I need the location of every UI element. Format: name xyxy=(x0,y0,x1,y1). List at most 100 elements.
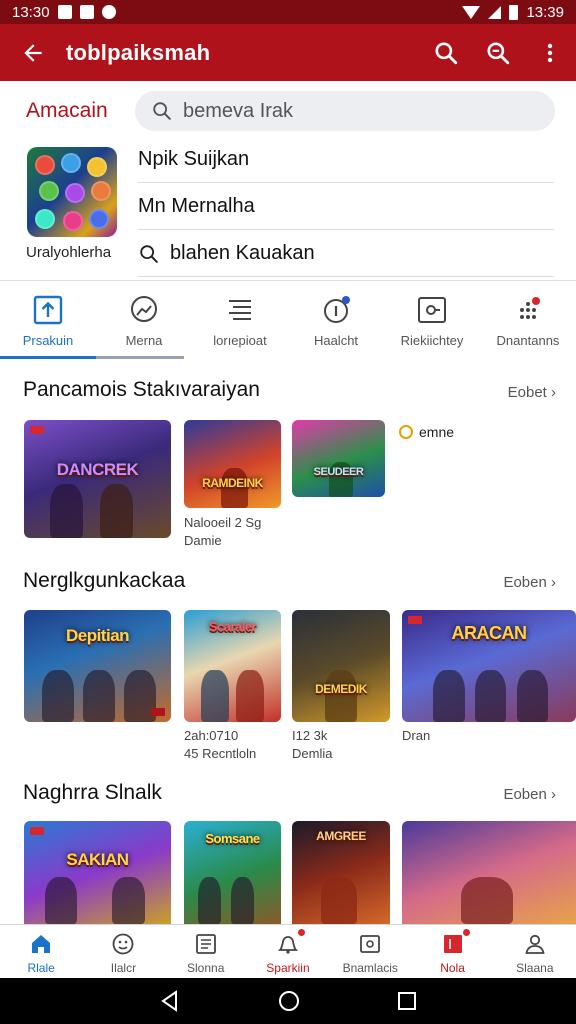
info-row-2[interactable]: Mn Mernalha xyxy=(138,184,554,230)
tab-loriepioat[interactable]: lorıepioat xyxy=(192,283,288,359)
info-row-1[interactable]: Npik Suijkan xyxy=(138,137,554,183)
tab-label: lorıepioat xyxy=(213,333,267,348)
search-button[interactable] xyxy=(420,24,472,81)
game-tile[interactable]: Somsane xyxy=(184,821,281,924)
search-input[interactable] xyxy=(183,99,523,123)
tile-caption-line: Damie xyxy=(184,533,222,548)
nav-profile[interactable]: Slaana xyxy=(494,925,576,978)
face-icon xyxy=(111,932,135,956)
game-tile[interactable]: AMGREE xyxy=(292,821,390,924)
tile-caption-line: Dran xyxy=(402,728,431,743)
game-tile[interactable]: SEUDEER xyxy=(292,420,385,497)
tab-merna[interactable]: Merna xyxy=(96,283,192,359)
info-row-search[interactable]: blahen Kauakan xyxy=(138,231,554,277)
game-tile[interactable]: DEMEDIK xyxy=(292,610,390,722)
tab-label: Prsakuin xyxy=(22,333,74,348)
document-icon xyxy=(194,932,218,956)
info-icon xyxy=(321,295,351,325)
status-time-right: 13:39 xyxy=(526,3,564,21)
see-all-label: Eoben xyxy=(503,786,547,803)
tile-tag xyxy=(30,426,44,434)
tile-tag xyxy=(408,616,422,624)
tile-caption: Dran xyxy=(402,727,430,745)
tab-label: Merna xyxy=(125,333,163,348)
list-icon xyxy=(225,295,255,325)
game-logo: DEMEDIK xyxy=(315,681,367,696)
notification-badge xyxy=(461,928,471,937)
search-icon xyxy=(487,41,510,64)
app-icon[interactable] xyxy=(27,147,117,237)
game-tile[interactable]: DANCREK xyxy=(24,420,171,538)
game-tile[interactable]: ARACAN xyxy=(402,610,576,722)
game-tile[interactable]: Depitian xyxy=(24,610,171,722)
search-icon xyxy=(153,102,171,120)
filter-chip[interactable]: emne xyxy=(399,424,454,440)
see-all-label: Eoben xyxy=(503,574,547,591)
notification-badge xyxy=(296,928,306,937)
game-logo: AMGREE xyxy=(316,829,366,844)
status-right: 13:39 xyxy=(462,4,564,21)
nav-document[interactable]: Slonna xyxy=(165,925,247,978)
wifi-icon xyxy=(462,5,481,19)
see-all-link[interactable]: Eobet › xyxy=(508,384,556,401)
more-vert-icon xyxy=(547,43,553,62)
tab-label: Dnantanns xyxy=(496,333,560,348)
divider xyxy=(0,280,576,281)
dot-notification-icon xyxy=(101,5,116,19)
section-title: Pancamois Stakıvaraiyan xyxy=(23,378,260,401)
notification-dot xyxy=(342,296,350,304)
game-tile[interactable]: RAMDEINK xyxy=(184,420,281,508)
battery-icon xyxy=(509,4,519,20)
search-alt-button[interactable] xyxy=(472,24,524,81)
info-row-1-text: Npik Suijkan xyxy=(138,148,250,170)
nav-face[interactable]: Ilalcr xyxy=(82,925,164,978)
back-button[interactable] xyxy=(0,24,66,81)
game-tile[interactable]: SAKIAN xyxy=(24,821,171,924)
tab-haalcht[interactable]: Haalcht xyxy=(288,283,384,359)
nav-label: Ilalcr xyxy=(110,961,137,975)
tab-prsakuin[interactable]: Prsakuin xyxy=(0,283,96,359)
see-all-label: Eobet xyxy=(507,384,547,401)
tile-caption-line: 2ah:0710 xyxy=(184,728,239,743)
nav-bookmark[interactable]: Nola xyxy=(411,925,493,978)
person-icon xyxy=(523,932,547,956)
search-icon xyxy=(140,244,158,263)
back-triangle-icon[interactable] xyxy=(159,990,181,1012)
see-all-link[interactable]: Eoben › xyxy=(503,786,556,803)
recents-square-icon[interactable] xyxy=(397,991,417,1011)
tile-caption: 2ah:0710 45 Recntloln xyxy=(184,727,256,763)
tab-riekiichtey[interactable]: Riekiichtey xyxy=(384,283,480,359)
game-logo: DANCREK xyxy=(56,460,139,480)
category-tabs: Prsakuin Merna lorıepioat Haalcht Riekii… xyxy=(0,283,576,359)
more-button[interactable] xyxy=(524,24,576,81)
game-tile[interactable]: Scaraler xyxy=(184,610,281,722)
nav-label: Slaana xyxy=(516,961,554,975)
dots-icon xyxy=(513,295,543,325)
app-title: toblpaiksmah xyxy=(66,39,211,65)
tab-dnantanns[interactable]: Dnantanns xyxy=(480,283,576,359)
screen-icon xyxy=(417,295,447,325)
app-bar: toblpaiksmah xyxy=(0,24,576,81)
nav-label: Slonna xyxy=(187,961,225,975)
search-bar[interactable] xyxy=(135,91,555,131)
nav-home[interactable]: Rlale xyxy=(0,925,82,978)
see-all-link[interactable]: Eoben › xyxy=(503,574,556,591)
game-tile[interactable] xyxy=(402,821,576,924)
status-left: 13:30 xyxy=(12,4,116,21)
nav-label: Sparkiin xyxy=(266,961,310,975)
nav-bell[interactable]: Sparkiin xyxy=(247,925,329,978)
status-time-left: 13:30 xyxy=(12,3,50,21)
back-arrow-icon xyxy=(24,43,42,62)
tab-label: Haalcht xyxy=(313,333,359,348)
home-circle-icon[interactable] xyxy=(278,990,300,1012)
tile-tag xyxy=(30,827,44,835)
status-bar: 13:30 13:39 xyxy=(0,0,576,24)
brand-label[interactable]: Amacain xyxy=(26,99,108,123)
nav-photo[interactable]: Bnamlacis xyxy=(329,925,411,978)
game-logo: ARACAN xyxy=(451,623,528,644)
search-icon xyxy=(435,41,458,64)
tile-caption-line: 45 Recntloln xyxy=(184,746,257,761)
tile-caption-line: Demlia xyxy=(292,746,333,761)
upload-icon xyxy=(33,295,63,325)
game-logo: Depitian xyxy=(65,625,130,645)
